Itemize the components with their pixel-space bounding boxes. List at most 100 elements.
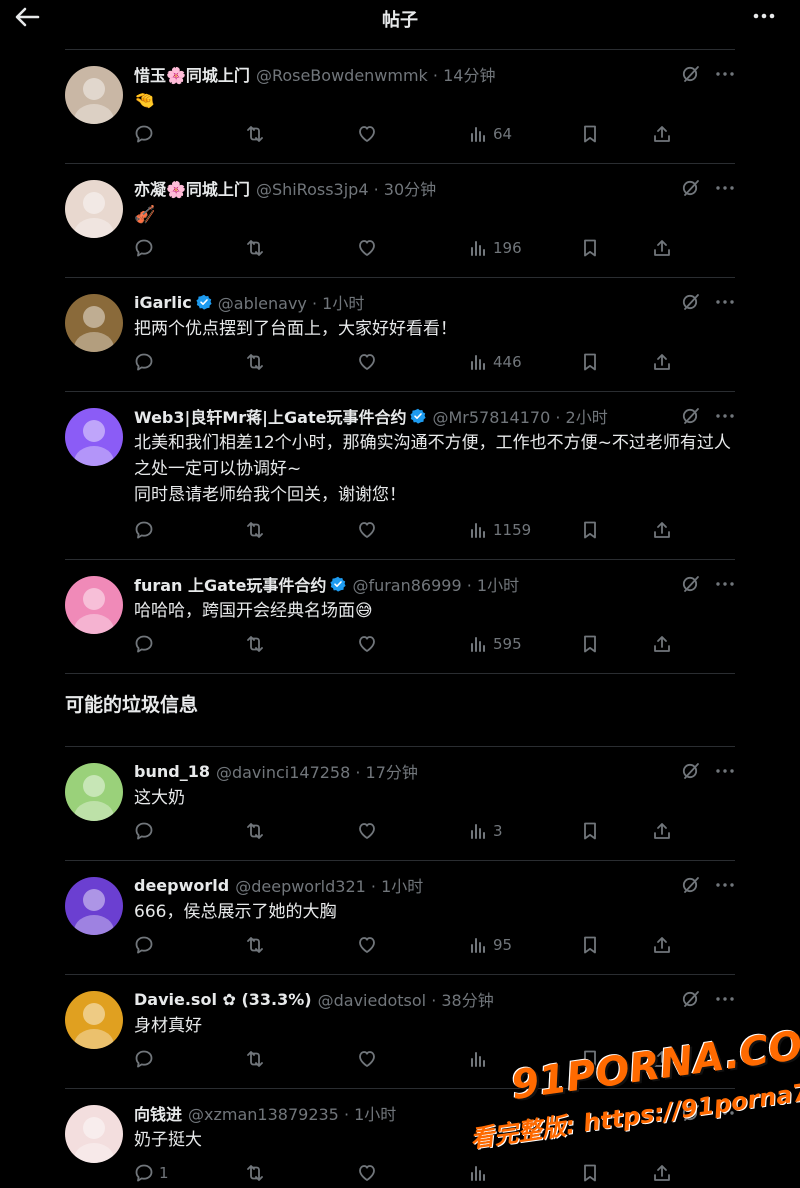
more-horizontal-icon[interactable] xyxy=(715,179,735,197)
avatar[interactable] xyxy=(65,763,123,821)
reply-button[interactable] xyxy=(134,352,159,372)
grok-icon[interactable] xyxy=(681,65,701,83)
author-name[interactable]: 惜玉🌸同城上门 xyxy=(134,62,250,86)
grok-icon[interactable] xyxy=(681,762,701,780)
author-name[interactable]: 向钱进 xyxy=(134,1101,182,1125)
reply-button[interactable] xyxy=(134,935,159,955)
author-handle-time: @xzman13879235 · 1小时 xyxy=(188,1105,397,1124)
views-button[interactable]: 1159 xyxy=(468,520,531,540)
more-horizontal-icon[interactable] xyxy=(715,293,735,311)
avatar[interactable] xyxy=(65,877,123,935)
share-button[interactable] xyxy=(652,520,672,540)
avatar[interactable] xyxy=(65,991,123,1049)
bookmark-button[interactable] xyxy=(580,520,600,540)
more-horizontal-icon[interactable] xyxy=(715,65,735,83)
views-button[interactable]: 196 xyxy=(468,238,522,258)
more-horizontal-icon[interactable] xyxy=(715,876,735,894)
like-button[interactable] xyxy=(357,1163,377,1183)
like-button[interactable] xyxy=(357,634,377,654)
grok-icon[interactable] xyxy=(681,293,701,311)
like-button[interactable] xyxy=(357,520,377,540)
share-button[interactable] xyxy=(652,238,672,258)
share-button[interactable] xyxy=(652,352,672,372)
views-button[interactable]: 95 xyxy=(468,935,512,955)
reply-button[interactable] xyxy=(134,1049,159,1069)
post-text: 这大奶 xyxy=(134,788,185,808)
bookmark-button[interactable] xyxy=(580,124,600,144)
retweet-button[interactable] xyxy=(245,238,265,258)
share-button[interactable] xyxy=(652,821,672,841)
avatar[interactable] xyxy=(65,1105,123,1163)
post-actions: 64 xyxy=(134,124,735,146)
like-icon xyxy=(357,520,377,540)
share-button[interactable] xyxy=(652,634,672,654)
reply-button[interactable] xyxy=(134,634,159,654)
author-name[interactable]: Davie.sol ✿ (33.3%) xyxy=(134,990,312,1009)
views-button[interactable]: 64 xyxy=(468,124,512,144)
grok-icon[interactable] xyxy=(681,407,701,425)
bookmark-button[interactable] xyxy=(580,1163,600,1183)
retweet-button[interactable] xyxy=(245,124,265,144)
like-button[interactable] xyxy=(357,352,377,372)
bookmark-button[interactable] xyxy=(580,821,600,841)
views-button[interactable]: 595 xyxy=(468,634,522,654)
retweet-button[interactable] xyxy=(245,821,265,841)
retweet-icon xyxy=(245,1163,265,1183)
retweet-button[interactable] xyxy=(245,520,265,540)
more-horizontal-icon[interactable] xyxy=(715,407,735,425)
reply-button[interactable] xyxy=(134,520,159,540)
grok-icon[interactable] xyxy=(681,575,701,593)
views-button[interactable] xyxy=(468,1049,493,1069)
like-button[interactable] xyxy=(357,821,377,841)
views-button[interactable] xyxy=(468,1163,493,1183)
post-content: furan 上Gate玩事件合约 @furan86999 · 1小时 哈哈哈，跨国开… xyxy=(134,572,735,624)
share-button[interactable] xyxy=(652,124,672,144)
avatar[interactable] xyxy=(65,408,123,466)
bookmark-button[interactable] xyxy=(580,352,600,372)
more-horizontal-icon[interactable] xyxy=(715,990,735,1008)
author-handle-time: @furan86999 · 1小时 xyxy=(352,576,520,595)
like-button[interactable] xyxy=(357,935,377,955)
retweet-button[interactable] xyxy=(245,634,265,654)
retweet-button[interactable] xyxy=(245,352,265,372)
views-button[interactable]: 446 xyxy=(468,352,522,372)
grok-icon[interactable] xyxy=(681,876,701,894)
author-name[interactable]: Web3|良轩Mr蒋|上Gate玩事件合约 xyxy=(134,404,406,428)
like-button[interactable] xyxy=(357,124,377,144)
post-content: Davie.sol ✿ (33.3%) @daviedotsol · 38分钟 身材… xyxy=(134,987,735,1039)
author-name[interactable]: bund_18 xyxy=(134,762,210,781)
bookmark-icon xyxy=(580,520,600,540)
post-actions: 595 xyxy=(134,634,735,656)
more-horizontal-icon[interactable] xyxy=(715,575,735,593)
avatar[interactable] xyxy=(65,576,123,634)
retweet-button[interactable] xyxy=(245,1163,265,1183)
share-icon xyxy=(652,935,672,955)
reply-button[interactable] xyxy=(134,821,159,841)
avatar[interactable] xyxy=(65,180,123,238)
reply-button[interactable]: 1 xyxy=(134,1163,169,1183)
author-name[interactable]: 亦凝🌸同城上门 xyxy=(134,176,250,200)
share-button[interactable] xyxy=(652,935,672,955)
retweet-button[interactable] xyxy=(245,935,265,955)
author-name[interactable]: deepworld xyxy=(134,876,229,895)
bookmark-button[interactable] xyxy=(580,238,600,258)
avatar[interactable] xyxy=(65,66,123,124)
share-button[interactable] xyxy=(652,1163,672,1183)
views-button[interactable]: 3 xyxy=(468,821,503,841)
bookmark-button[interactable] xyxy=(580,634,600,654)
author-name[interactable]: furan 上Gate玩事件合约 xyxy=(134,572,326,596)
more-horizontal-icon[interactable] xyxy=(752,6,776,26)
more-horizontal-icon[interactable] xyxy=(715,762,735,780)
avatar[interactable] xyxy=(65,294,123,352)
author-name[interactable]: iGarlic xyxy=(134,293,192,312)
like-button[interactable] xyxy=(357,1049,377,1069)
post-header: furan 上Gate玩事件合约 @furan86999 · 1小时 xyxy=(134,572,735,596)
grok-icon[interactable] xyxy=(681,179,701,197)
like-button[interactable] xyxy=(357,238,377,258)
reply-button[interactable] xyxy=(134,124,159,144)
grok-icon[interactable] xyxy=(681,990,701,1008)
reply-button[interactable] xyxy=(134,238,159,258)
bookmark-button[interactable] xyxy=(580,935,600,955)
reply-icon xyxy=(134,520,154,540)
retweet-button[interactable] xyxy=(245,1049,265,1069)
